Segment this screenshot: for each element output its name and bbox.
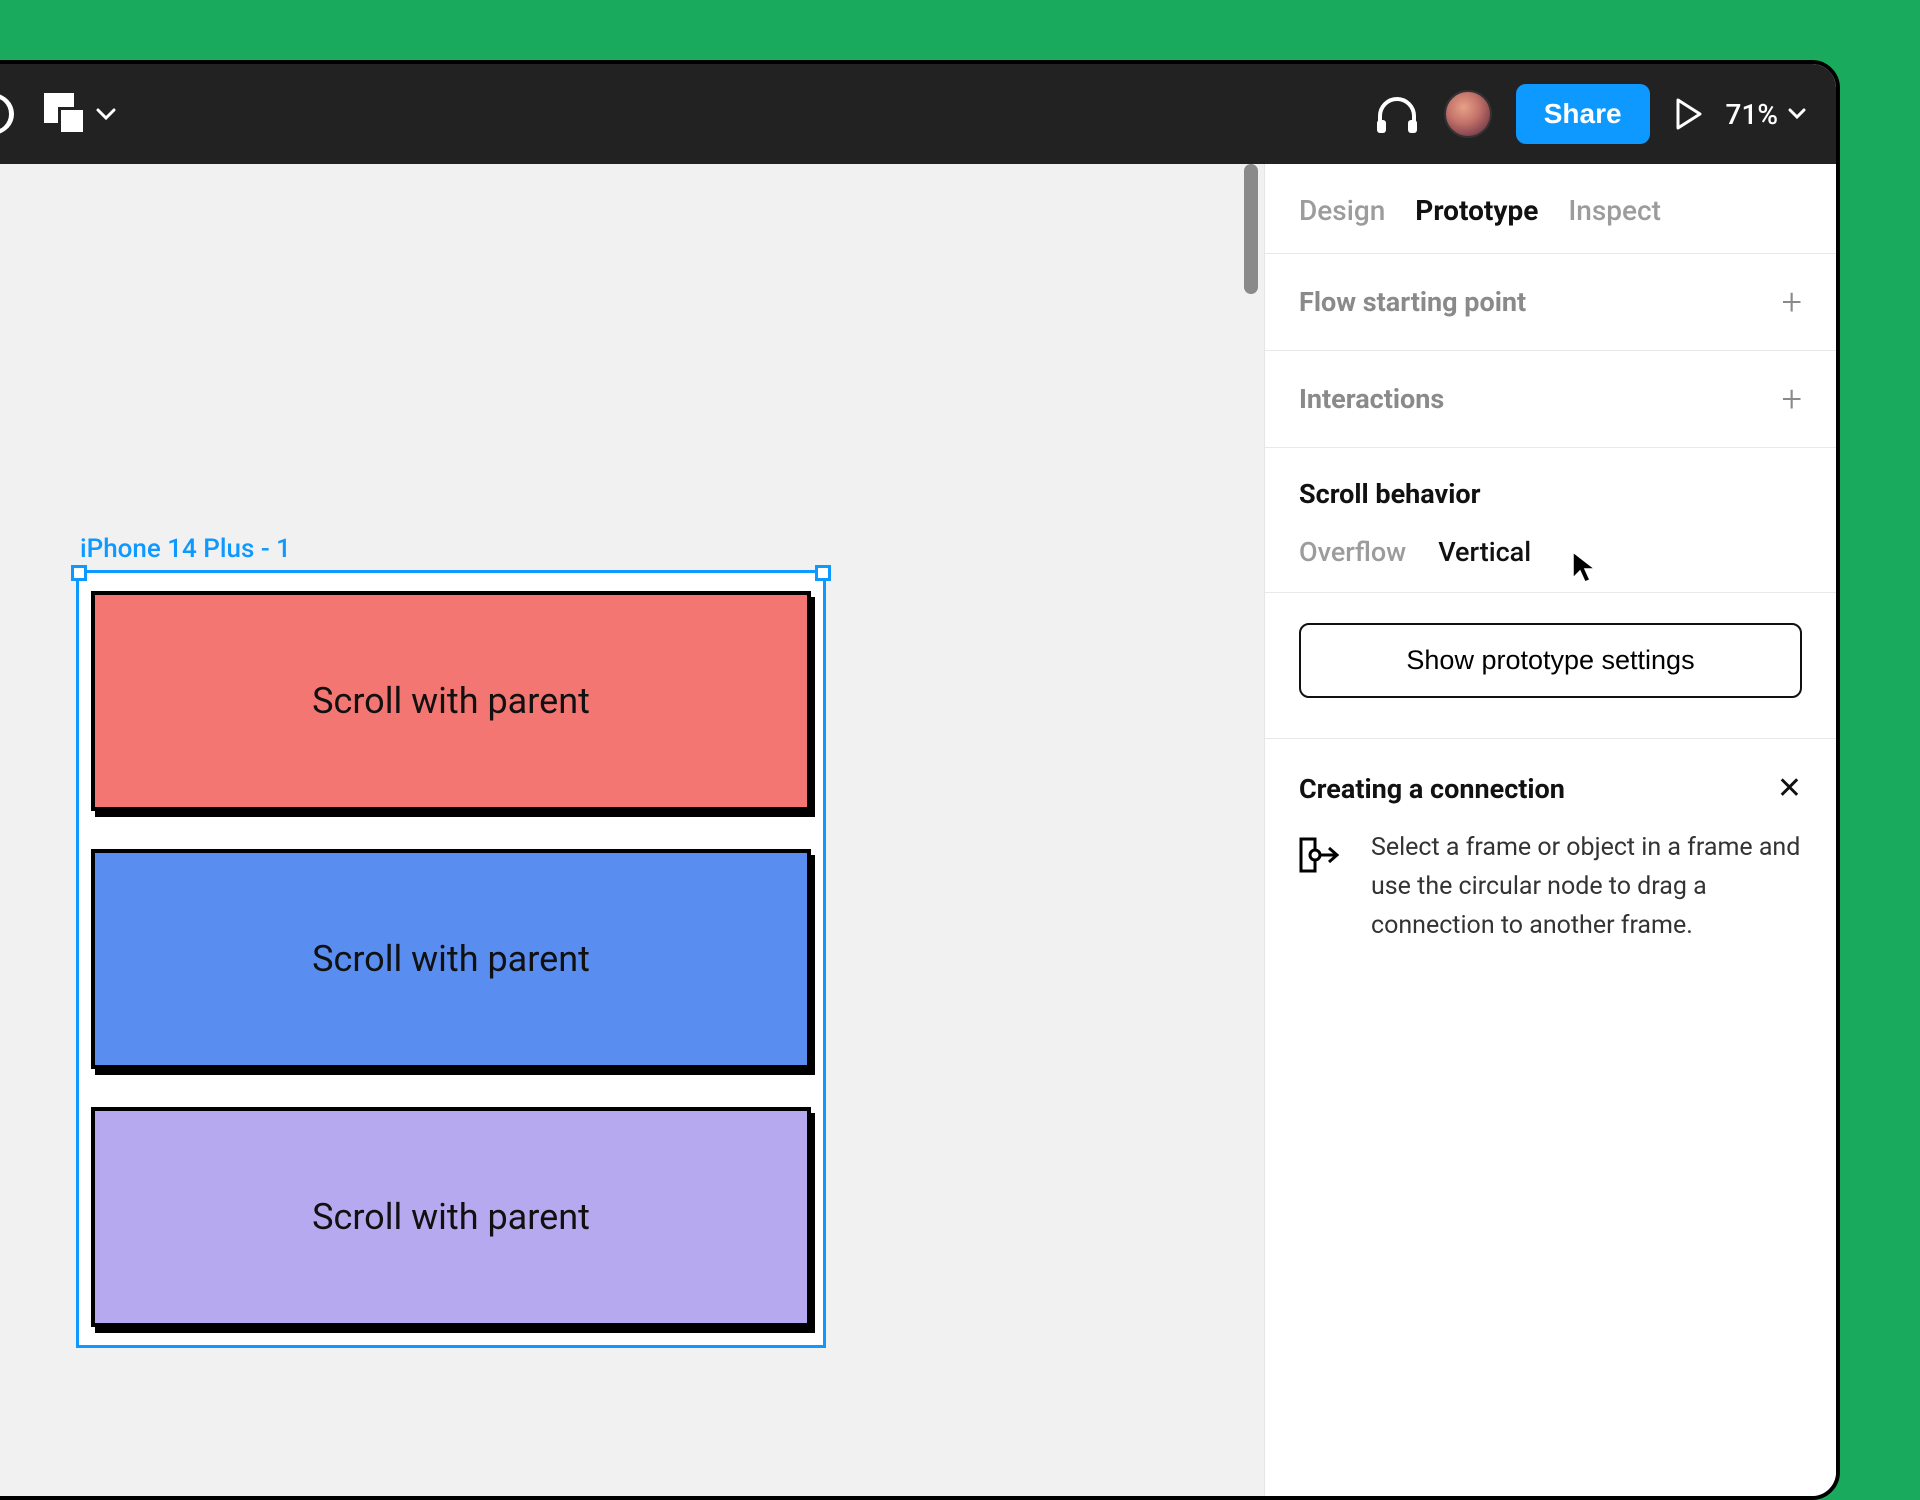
layer-block[interactable]: Scroll with parent — [91, 591, 811, 811]
right-panel: Design Prototype Inspect Flow starting p… — [1264, 164, 1836, 1496]
block-label: Scroll with parent — [312, 1196, 590, 1238]
tab-design[interactable]: Design — [1299, 194, 1385, 227]
panel-tabs: Design Prototype Inspect — [1265, 164, 1836, 254]
share-button[interactable]: Share — [1516, 84, 1650, 144]
section-flow-starting-point: Flow starting point + — [1265, 254, 1836, 351]
canvas[interactable]: iPhone 14 Plus - 1 Scroll with parent Sc… — [0, 164, 1264, 1496]
files-menu[interactable] — [44, 93, 116, 135]
cursor-icon — [1571, 550, 1599, 584]
block-label: Scroll with parent — [312, 680, 590, 722]
play-icon[interactable] — [1674, 98, 1702, 130]
section-interactions: Interactions + — [1265, 351, 1836, 448]
chevron-down-icon — [1788, 108, 1806, 120]
files-icon — [44, 93, 86, 135]
overflow-dropdown[interactable]: Vertical — [1438, 536, 1531, 568]
help-title: Creating a connection — [1299, 773, 1565, 805]
section-help-creating-connection: Creating a connection ✕ Select a frame o… — [1265, 739, 1836, 979]
headphones-icon[interactable] — [1374, 94, 1420, 134]
section-scroll-behavior: Scroll behavior Overflow Vertical — [1265, 448, 1836, 593]
connection-icon — [1299, 833, 1347, 877]
selection-handle[interactable] — [815, 565, 831, 581]
chevron-down-icon — [96, 107, 116, 121]
overflow-value: Vertical — [1438, 536, 1531, 568]
top-toolbar: Share 71% — [0, 64, 1836, 164]
show-prototype-settings-button[interactable]: Show prototype settings — [1299, 623, 1802, 698]
app-window: Share 71% iPhone 14 Plus - 1 Scroll with… — [0, 60, 1840, 1500]
user-avatar[interactable] — [1444, 90, 1492, 138]
help-text: Select a frame or object in a frame and … — [1371, 829, 1802, 945]
section-title: Flow starting point — [1299, 286, 1526, 318]
section-title: Interactions — [1299, 383, 1444, 415]
main-area: iPhone 14 Plus - 1 Scroll with parent Sc… — [0, 164, 1836, 1496]
tab-inspect[interactable]: Inspect — [1568, 194, 1661, 227]
scrollbar[interactable] — [1244, 164, 1258, 294]
add-icon[interactable]: + — [1782, 284, 1802, 320]
block-label: Scroll with parent — [312, 938, 590, 980]
menu-icon[interactable] — [0, 94, 14, 134]
overflow-label: Overflow — [1299, 536, 1406, 568]
add-icon[interactable]: + — [1782, 381, 1802, 417]
section-prototype-settings: Show prototype settings — [1265, 593, 1836, 739]
frame-iphone-14-plus-1[interactable]: Scroll with parent Scroll with parent Sc… — [76, 570, 826, 1348]
selection-handle[interactable] — [71, 565, 87, 581]
frame-label[interactable]: iPhone 14 Plus - 1 — [80, 534, 291, 564]
layer-block[interactable]: Scroll with parent — [91, 849, 811, 1069]
section-title: Scroll behavior — [1299, 478, 1802, 510]
layer-block[interactable]: Scroll with parent — [91, 1107, 811, 1327]
tab-prototype[interactable]: Prototype — [1415, 194, 1538, 227]
zoom-value: 71% — [1726, 98, 1778, 131]
close-icon[interactable]: ✕ — [1777, 774, 1802, 804]
zoom-control[interactable]: 71% — [1726, 98, 1806, 131]
